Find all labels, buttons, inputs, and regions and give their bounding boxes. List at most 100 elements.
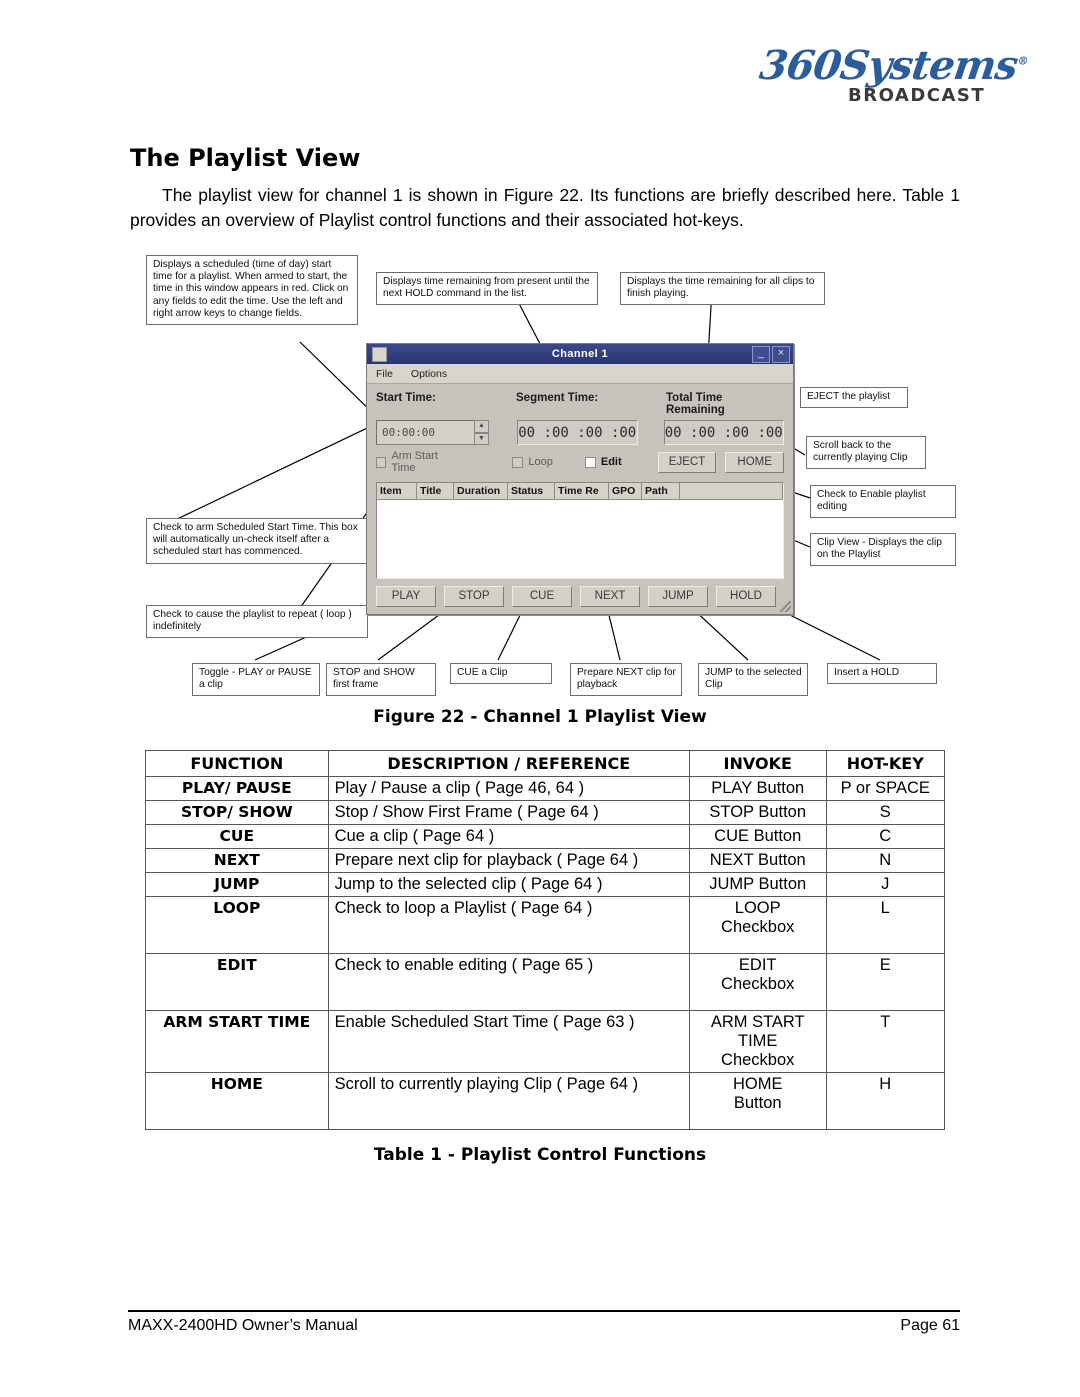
checkbox-icon[interactable] <box>376 456 387 468</box>
arm-start-time-label: Arm Start Time <box>391 450 438 474</box>
stop-button[interactable]: STOP <box>444 586 504 607</box>
cell-hotkey: T <box>825 1010 945 1073</box>
table-row: HOME Scroll to currently playing Clip ( P… <box>145 1072 945 1130</box>
callout-home: Scroll back to the currently playing Cli… <box>806 436 926 470</box>
cell-hotkey: P or SPACE <box>825 776 945 801</box>
cell-invoke: EDIT Checkbox <box>688 953 827 1011</box>
callout-stop: STOP and SHOW first frame <box>326 663 436 697</box>
header-hotkey: HOT-KEY <box>825 750 945 777</box>
spin-down-icon[interactable]: ▼ <box>474 432 489 445</box>
window-title-bar[interactable]: Channel 1 _ × <box>367 344 793 364</box>
column-duration[interactable]: Duration <box>454 483 508 500</box>
callout-segment-time: Displays time remaining from present unt… <box>376 272 598 306</box>
column-item[interactable]: Item <box>377 483 417 500</box>
table-caption: Table 1 - Playlist Control Functions <box>373 1145 707 1165</box>
table-header-row: FUNCTION DESCRIPTION / REFERENCE INVOKE … <box>145 750 945 777</box>
arm-start-time-checkbox[interactable]: Arm Start Time <box>376 450 460 474</box>
close-icon[interactable]: × <box>772 345 790 363</box>
resize-grip-icon[interactable] <box>780 601 791 612</box>
field-label-row: Start Time: Segment Time: Total Time Rem… <box>376 392 784 416</box>
column-status[interactable]: Status <box>508 483 555 500</box>
home-button[interactable]: HOME <box>725 451 784 473</box>
cell-hotkey: E <box>825 953 945 1011</box>
figure-caption: Figure 22 - Channel 1 Playlist View <box>373 707 707 727</box>
cell-function: NEXT <box>145 848 329 873</box>
callout-jump: JUMP to the selected Clip <box>698 663 808 697</box>
start-time-spinner[interactable]: 00:00:00 ▲ ▼ <box>376 420 489 445</box>
cell-description: Play / Pause a clip ( Page 46, 64 ) <box>327 776 690 801</box>
minimize-icon[interactable]: _ <box>752 345 770 363</box>
callout-eject: EJECT the playlist <box>800 387 908 409</box>
cell-hotkey: S <box>825 800 945 825</box>
logo-script-text: 360Systems® <box>756 42 1029 89</box>
column-filler <box>680 483 783 500</box>
figure-22: Displays a scheduled (time of day) start… <box>0 250 1080 700</box>
checkbox-icon[interactable] <box>584 456 596 468</box>
playlist-clip-view[interactable]: Item Title Duration Status Time Re GPO P… <box>376 482 784 579</box>
cell-invoke: STOP Button <box>688 800 827 825</box>
cell-function: CUE <box>145 824 329 849</box>
cell-function: HOME <box>145 1072 329 1130</box>
callout-edit: Check to Enable playlist editing <box>810 485 956 519</box>
cell-hotkey: N <box>825 848 945 873</box>
table-row: PLAY/ PAUSE Play / Pause a clip ( Page 46… <box>145 776 945 801</box>
edit-checkbox[interactable]: Edit <box>584 456 622 468</box>
cell-description: Enable Scheduled Start Time ( Page 63 ) <box>327 1010 690 1073</box>
column-time-remaining[interactable]: Time Re <box>555 483 609 500</box>
callout-next: Prepare NEXT clip for playback <box>570 663 682 697</box>
column-gpo[interactable]: GPO <box>609 483 642 500</box>
hold-button[interactable]: HOLD <box>716 586 776 607</box>
playlist-header-row: Item Title Duration Status Time Re GPO P… <box>377 483 783 500</box>
window-body: Start Time: Segment Time: Total Time Rem… <box>367 384 793 614</box>
intro-paragraph: The playlist view for channel 1 is shown… <box>130 183 960 233</box>
cell-invoke: HOME Button <box>688 1072 827 1130</box>
menu-bar: File Options <box>367 364 793 384</box>
eject-button[interactable]: EJECT <box>657 451 717 473</box>
start-time-input[interactable]: 00:00:00 <box>376 420 475 445</box>
column-path[interactable]: Path <box>642 483 680 500</box>
cell-hotkey: J <box>825 872 945 897</box>
window-title: Channel 1 <box>551 348 609 360</box>
jump-button[interactable]: JUMP <box>648 586 708 607</box>
table-row: STOP/ SHOW Stop / Show First Frame ( Page… <box>145 800 945 825</box>
cell-description: Cue a clip ( Page 64 ) <box>327 824 690 849</box>
cue-button[interactable]: CUE <box>512 586 572 607</box>
segment-time-display: 00 :00 :00 :00 <box>517 420 638 445</box>
next-button[interactable]: NEXT <box>580 586 640 607</box>
cell-hotkey: C <box>825 824 945 849</box>
spin-up-icon[interactable]: ▲ <box>474 420 489 433</box>
checkbox-row: Arm Start Time Loop Edit EJECT HOME <box>376 450 784 474</box>
play-button[interactable]: PLAY <box>376 586 436 607</box>
column-title[interactable]: Title <box>417 483 454 500</box>
loop-label: Loop <box>528 456 553 468</box>
playlist-control-functions-table: FUNCTION DESCRIPTION / REFERENCE INVOKE … <box>145 750 945 1130</box>
start-time-spin-arrows[interactable]: ▲ ▼ <box>474 420 489 445</box>
table-row: ARM START TIME Enable Scheduled Start Tim… <box>145 1010 945 1073</box>
cell-function: ARM START TIME <box>145 1010 329 1073</box>
cell-invoke: ARM START TIME Checkbox <box>688 1010 827 1073</box>
cell-function: STOP/ SHOW <box>145 800 329 825</box>
header-invoke: INVOKE <box>688 750 827 777</box>
table-row: NEXT Prepare next clip for playback ( Pag… <box>145 848 945 873</box>
callout-clip-view: Clip View - Displays the clip on the Pla… <box>810 533 956 567</box>
header-description: DESCRIPTION / REFERENCE <box>327 750 690 777</box>
loop-checkbox[interactable]: Loop <box>512 456 553 468</box>
window-button-group: _ × <box>752 345 790 363</box>
callout-cue: CUE a Clip <box>450 663 552 685</box>
checkbox-icon[interactable] <box>512 456 524 468</box>
table-row: JUMP Jump to the selected clip ( Page 64 … <box>145 872 945 897</box>
cell-description: Jump to the selected clip ( Page 64 ) <box>327 872 690 897</box>
cell-invoke: NEXT Button <box>688 848 827 873</box>
cell-description: Scroll to currently playing Clip ( Page … <box>327 1072 690 1130</box>
callout-total-time: Displays the time remaining for all clip… <box>620 272 825 306</box>
cell-description: Check to loop a Playlist ( Page 64 ) <box>327 896 690 954</box>
menu-options[interactable]: Options <box>411 368 447 380</box>
cell-function: JUMP <box>145 872 329 897</box>
brand-logo: 360Systems® BROADCAST <box>757 42 1029 108</box>
cell-description: Check to enable editing ( Page 65 ) <box>327 953 690 1011</box>
callout-hold: Insert a HOLD <box>827 663 937 685</box>
menu-file[interactable]: File <box>376 368 393 380</box>
start-time-label: Start Time: <box>376 392 436 404</box>
cell-invoke: PLAY Button <box>688 776 827 801</box>
table-row: CUE Cue a clip ( Page 64 ) CUE Button C <box>145 824 945 849</box>
